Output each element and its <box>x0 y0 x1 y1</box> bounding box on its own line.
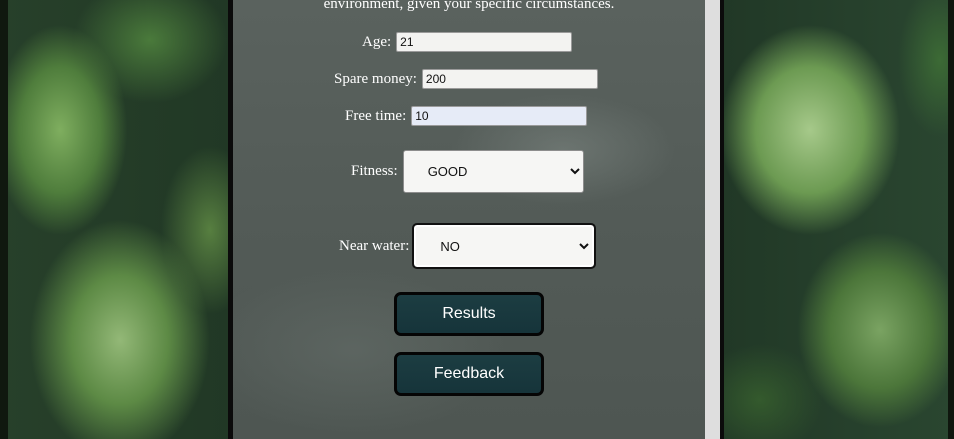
free-time-label: Free time: <box>345 107 407 124</box>
fitness-select[interactable]: GOOD <box>402 150 584 193</box>
near-water-label: Near water: <box>339 237 410 254</box>
age-input[interactable] <box>396 32 573 52</box>
intro-text: environment, given your specific circums… <box>323 0 615 12</box>
window-edge-left <box>0 0 8 439</box>
age-label: Age: <box>362 33 392 50</box>
results-button[interactable]: Results <box>394 292 544 336</box>
scrollbar[interactable] <box>705 0 720 439</box>
spare-money-label: Spare money: <box>334 70 417 87</box>
spare-money-input[interactable] <box>421 69 598 89</box>
free-time-input[interactable] <box>411 106 588 126</box>
near-water-row: Near water: NO <box>339 223 597 269</box>
fitness-label: Fitness: <box>351 163 398 179</box>
feedback-button[interactable]: Feedback <box>394 352 544 396</box>
fitness-row: Fitness: GOOD <box>351 150 584 193</box>
window-edge-right <box>948 0 954 439</box>
free-time-row: Free time: <box>345 106 588 126</box>
age-row: Age: <box>362 32 573 52</box>
spare-money-row: Spare money: <box>334 69 598 89</box>
near-water-select[interactable]: NO <box>412 223 597 269</box>
